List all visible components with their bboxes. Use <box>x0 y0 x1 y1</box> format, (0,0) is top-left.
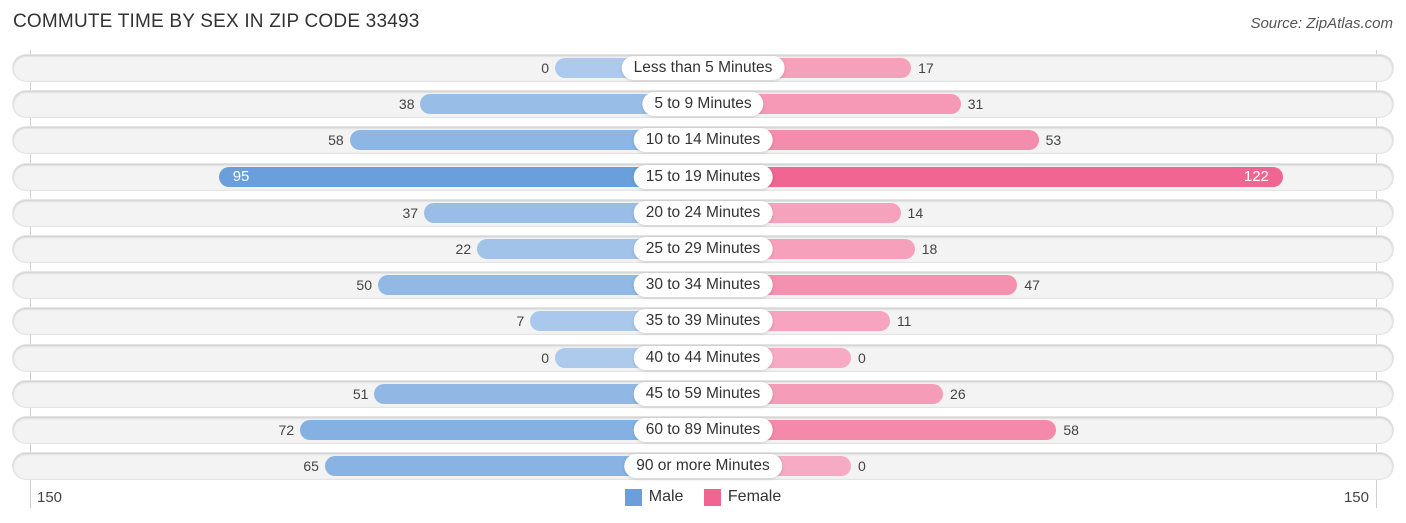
value-label-male: 58 <box>328 132 344 149</box>
value-label-male: 51 <box>352 385 369 402</box>
legend-label-male: Male <box>648 488 684 505</box>
value-label-female: 31 <box>967 96 984 113</box>
value-label-male: 65 <box>303 458 319 475</box>
legend-label-female: Female <box>727 488 782 505</box>
value-label-female: 14 <box>907 204 924 221</box>
value-label-female: 0 <box>858 349 866 366</box>
value-label-female: 58 <box>1063 422 1079 438</box>
category-label: 30 to 34 Minutes <box>633 273 773 298</box>
category-label: 10 to 14 Minutes <box>633 128 773 153</box>
value-label-male: 50 <box>356 277 372 294</box>
value-label-female: 53 <box>1045 132 1062 149</box>
value-label-male: 72 <box>278 422 295 438</box>
value-label-female: 17 <box>918 60 934 76</box>
category-label: 25 to 29 Minutes <box>633 237 773 261</box>
value-label-female: 47 <box>1024 277 1040 294</box>
value-label-female: 11 <box>896 313 912 330</box>
legend-swatch-female <box>703 488 721 506</box>
legend: Male Female <box>0 488 1406 511</box>
category-label: 20 to 24 Minutes <box>633 200 773 225</box>
chart-area: Less than 5 Minutes 0 17 5 to 9 Minutes 38 31… <box>0 0 1406 523</box>
category-label: Less than 5 Minutes <box>621 56 785 80</box>
bar-female[interactable] <box>703 166 1283 187</box>
category-label: 90 or more Minutes <box>624 454 782 479</box>
category-label: 35 to 39 Minutes <box>633 309 773 334</box>
value-label-male: 0 <box>541 349 549 366</box>
value-label-female: 0 <box>858 458 866 475</box>
category-label: 60 to 89 Minutes <box>633 418 773 442</box>
category-label: 45 to 59 Minutes <box>633 381 773 406</box>
value-label-male: 7 <box>516 313 525 330</box>
value-label-male: 95 <box>232 167 250 185</box>
value-label-male: 38 <box>398 96 415 113</box>
value-label-female: 122 <box>1243 167 1269 185</box>
value-label-male: 22 <box>455 241 472 257</box>
legend-item-male[interactable]: Male <box>624 488 684 506</box>
category-label: 40 to 44 Minutes <box>633 345 773 370</box>
category-label: 15 to 19 Minutes <box>633 164 773 189</box>
category-label: 5 to 9 Minutes <box>642 92 764 117</box>
value-label-male: 0 <box>541 60 549 76</box>
value-label-female: 26 <box>950 385 966 402</box>
value-label-male: 37 <box>402 204 419 221</box>
bar-male[interactable] <box>218 166 703 187</box>
legend-swatch-male <box>624 488 642 506</box>
legend-item-female[interactable]: Female <box>703 488 782 506</box>
value-label-female: 18 <box>921 241 938 257</box>
